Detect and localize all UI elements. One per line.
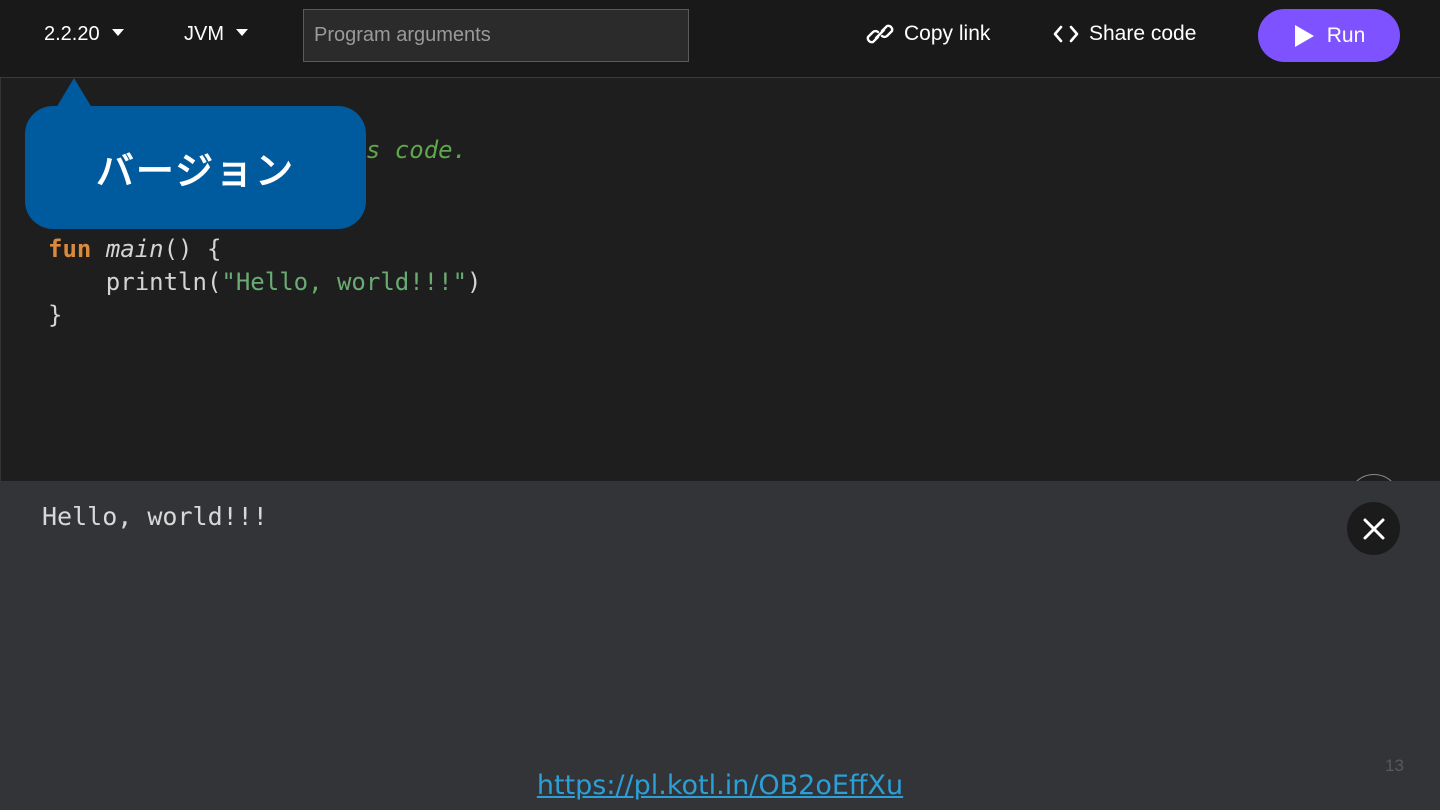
share-code-label: Share code bbox=[1089, 22, 1197, 45]
target-dropdown[interactable]: JVM bbox=[184, 23, 248, 46]
callout-text: バージョン bbox=[95, 149, 296, 193]
playground: 2.2.20 JVM Copy link bbox=[0, 0, 1440, 765]
version-dropdown[interactable]: 2.2.20 bbox=[44, 23, 124, 46]
code-keyword: fun bbox=[48, 235, 92, 263]
callout-pointer bbox=[56, 78, 92, 108]
close-icon bbox=[1363, 518, 1384, 539]
playground-link[interactable]: https://pl.kotl.in/OB2oEffXu bbox=[537, 770, 903, 801]
copy-link-label: Copy link bbox=[904, 22, 991, 45]
code-string: "Hello, world!!!" bbox=[221, 268, 468, 296]
target-label: JVM bbox=[184, 23, 224, 45]
program-arguments-input[interactable] bbox=[303, 9, 689, 62]
code-line-5: println("Hello, world!!!") bbox=[48, 268, 482, 296]
caret-down-icon bbox=[236, 29, 248, 36]
code-line-4: fun main() { bbox=[48, 235, 221, 263]
code-call-end: ) bbox=[467, 268, 482, 296]
code-call: println( bbox=[105, 268, 222, 296]
code-signature: () { bbox=[163, 235, 222, 263]
share-code-button[interactable]: Share code bbox=[1053, 22, 1196, 46]
toolbar: 2.2.20 JVM Copy link bbox=[0, 0, 1440, 78]
link-icon bbox=[866, 24, 894, 44]
output-text: Hello, world!!! bbox=[42, 502, 268, 531]
code-function-name: main bbox=[105, 235, 164, 263]
play-icon bbox=[1294, 24, 1314, 47]
footer-link-container: https://pl.kotl.in/OB2oEffXu bbox=[0, 770, 1440, 801]
run-label: Run bbox=[1326, 23, 1366, 47]
run-button[interactable]: Run bbox=[1258, 9, 1400, 62]
close-output-button[interactable] bbox=[1347, 502, 1400, 555]
code-line-6: } bbox=[48, 301, 63, 329]
code-brackets-icon bbox=[1053, 25, 1079, 43]
version-label: 2.2.20 bbox=[44, 23, 100, 45]
copy-link-button[interactable]: Copy link bbox=[866, 22, 990, 46]
caret-down-icon bbox=[111, 29, 124, 36]
